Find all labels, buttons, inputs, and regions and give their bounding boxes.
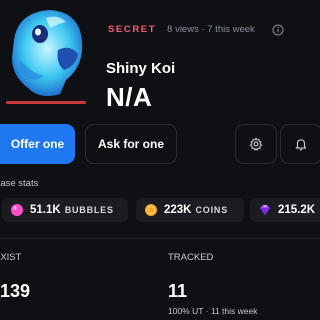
pink-bubble-icon [10,203,24,217]
section-divider [0,238,320,239]
purple-gem-icon [258,203,272,217]
ask-button[interactable]: Ask for one [85,124,177,164]
tracked-label: TRACKED [168,252,214,263]
ask-button-label: Ask for one [97,137,164,151]
offer-button[interactable]: Offer one [0,124,75,164]
tracked-count: 11 [168,281,188,301]
bell-icon [295,139,307,151]
base-stats-label: Base stats [0,178,39,189]
gems-value: 215.2K [278,204,316,216]
notify-button[interactable] [280,124,320,164]
item-name: Shiny Koi [106,60,176,77]
settings-button[interactable] [235,124,277,164]
pet-thumbnail [0,0,88,108]
tracked-subtext: 100% UT · 11 this week [168,306,258,316]
view-count: 8 views · 7 this week [167,24,255,35]
exist-count: 139 [0,281,31,301]
item-meta-line: SECRET 8 views · 7 this week [108,24,255,35]
exist-label: EXIST [0,252,22,263]
coins-stat: 223K COINS [136,198,244,222]
gems-stat: 215.2K [250,198,320,222]
offer-button-label: Offer one [10,137,65,151]
tier-badge: SECRET [108,24,157,35]
gear-icon [249,137,263,151]
coins-unit: COINS [195,205,229,215]
bubbles-value: 51.1K [30,204,61,216]
coins-value: 223K [164,204,192,216]
info-icon[interactable] [272,24,284,36]
rarity-underline [6,101,86,104]
item-value: N/A [106,82,153,112]
bubbles-stat: 51.1K BUBBLES [2,198,128,222]
bubbles-unit: BUBBLES [64,205,114,215]
gold-coin-icon [144,203,158,217]
